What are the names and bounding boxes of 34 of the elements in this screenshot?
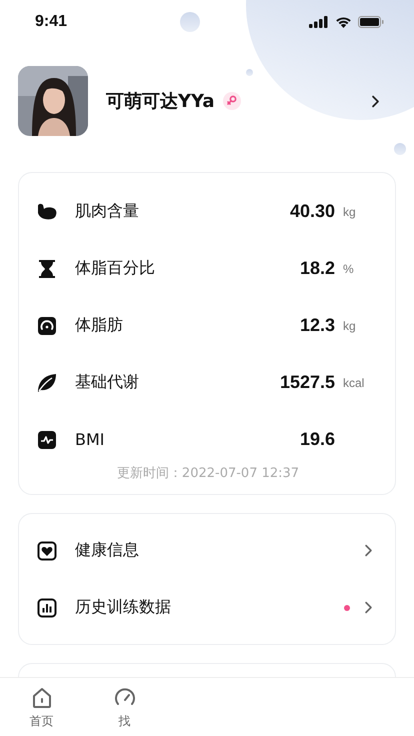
metric-unit: kg [343, 318, 356, 332]
signal-icon [309, 16, 329, 28]
tab[interactable]: 首页 [0, 678, 83, 736]
background-bubble [180, 12, 200, 32]
menu-item[interactable]: 历史训练数据 [75, 597, 344, 618]
user-name: 可萌可达YYa [106, 90, 215, 113]
metric-unit: kcal [343, 376, 364, 390]
battery-icon [358, 16, 384, 28]
metric-label: 体脂肪 [75, 315, 124, 336]
background-bubble [394, 143, 406, 155]
metric-value: 12.3 [300, 315, 335, 336]
muscle-icon [37, 202, 57, 222]
female-icon [222, 92, 241, 110]
tab[interactable]: 找 [83, 678, 166, 736]
bar-chart-icon [37, 598, 57, 618]
metric-value: 40.30 [290, 201, 335, 222]
metric-value: 19.6 [300, 429, 335, 450]
menu-item[interactable]: 健康信息 [75, 540, 344, 561]
chevron-right-icon[interactable] [371, 94, 380, 108]
wifi-icon [335, 16, 352, 28]
metric-label: 基础代谢 [75, 372, 140, 393]
metric-label: BMI [75, 430, 106, 449]
metric-value: 18.2 [300, 258, 335, 279]
metric-value: 1527.5 [280, 372, 335, 393]
metric-unit: kg [343, 204, 356, 218]
update-time: 更新时间：2022-07-07 12:37 [116, 465, 300, 482]
pulse-icon [37, 430, 57, 450]
gauge-icon [37, 316, 57, 336]
metric-unit: % [343, 262, 354, 276]
leaf-icon [37, 372, 57, 392]
hourglass-icon [37, 258, 57, 278]
status-time: 9:41 [35, 13, 68, 31]
metric-label: 体脂百分比 [75, 258, 156, 279]
metric-label: 肌肉含量 [75, 201, 140, 222]
